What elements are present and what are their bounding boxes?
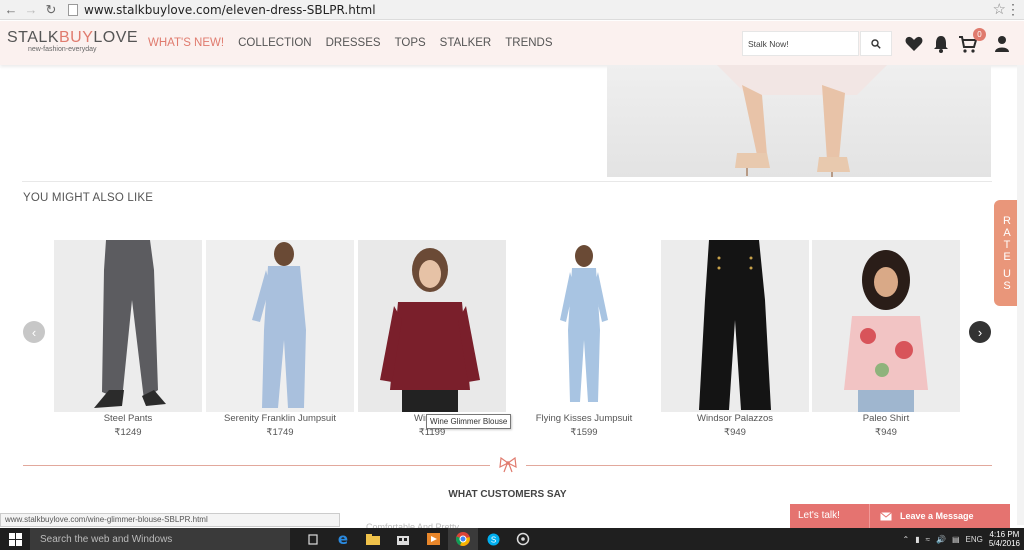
chrome-icon[interactable] [448,528,478,550]
product-price: ₹949 [875,427,897,438]
battery-icon[interactable]: ▮ [915,535,919,544]
taskbar-search-input[interactable]: Search the web and Windows [30,528,290,550]
product-card[interactable]: Windsor Palazzos ₹949 [661,240,809,442]
product-name[interactable]: Flying Kisses Jumpsuit [510,413,658,424]
store-icon[interactable] [388,528,418,550]
windows-start-button[interactable] [0,528,30,550]
search-icon [871,38,881,49]
leave-message-label: Leave a Message [900,511,974,521]
windows-logo-icon [8,532,22,546]
bow-icon [499,457,517,473]
volume-icon[interactable]: 🔊 [936,535,946,544]
site-header: STALKBUYLOVE new-fashion-everyday WHAT'S… [0,21,1024,65]
lets-talk-label[interactable]: Let's talk! [790,504,870,528]
product-name[interactable]: Windsor Palazzos [661,413,809,424]
browser-menu-icon[interactable]: ⋮ [1006,1,1020,18]
reload-icon[interactable]: ↻ [42,1,60,19]
nav-dresses[interactable]: DRESSES [326,37,381,49]
product-price: ₹1749 [266,427,294,438]
rate-tab-letter: A [1003,226,1011,239]
link-status-bar: www.stalkbuylove.com/wine-glimmer-blouse… [0,513,340,527]
product-name-tooltip: Wine Glimmer Blouse [426,414,512,429]
leave-message-button[interactable]: Leave a Message [870,504,974,528]
decorative-line-left [23,465,490,466]
app-circle-icon[interactable] [508,528,538,550]
media-player-icon[interactable] [418,528,448,550]
nav-whats-new[interactable]: WHAT'S NEW! [148,37,224,49]
carousel-prev-button[interactable]: ‹ [23,321,45,343]
nav-collection[interactable]: COLLECTION [238,37,312,49]
product-main-photo [607,65,991,177]
logo-tagline: new-fashion-everyday [28,46,97,53]
decorative-line-right [526,465,992,466]
product-card[interactable]: Flying Kisses Jumpsuit ₹1599 [510,240,658,442]
wishlist-heart-icon[interactable] [904,34,924,54]
address-bar[interactable]: www.stalkbuylove.com/eleven-dress-SBLPR.… [68,1,376,18]
product-card[interactable]: Steel Pants ₹1249 [54,240,202,442]
rate-tab-letter: T [1003,238,1011,251]
product-name[interactable]: Paleo Shirt [812,413,960,424]
user-account-icon[interactable] [992,34,1012,54]
section-divider [22,181,992,182]
back-icon[interactable]: ← [2,1,20,19]
cart-count-badge: 0 [973,28,986,41]
svg-text:S: S [490,535,495,544]
rate-tab-letter: U [1003,267,1011,280]
edge-browser-icon[interactable]: e [328,528,358,550]
product-card[interactable]: Wine Gli ₹1199 [358,240,506,442]
nav-trends[interactable]: TRENDS [505,37,552,49]
product-image[interactable] [54,240,202,412]
product-image[interactable] [812,240,960,412]
logo-stalk: STALK [7,29,59,46]
rate-tab-letter: S [1003,279,1011,292]
carousel-next-button[interactable]: › [969,321,991,343]
forward-icon[interactable]: → [22,1,40,19]
wifi-icon[interactable]: ≈ [926,535,930,544]
rate-tab-letter: R [1003,214,1011,227]
dress-legs-image [717,65,887,177]
product-price: ₹949 [724,427,746,438]
action-center-icon[interactable]: ▤ [952,535,960,544]
file-explorer-icon[interactable] [358,528,388,550]
logo-buy: BUY [59,29,94,46]
rate-tab-letter: E [1003,250,1011,263]
main-nav: WHAT'S NEW! COLLECTION DRESSES TOPS STAL… [148,37,553,49]
address-url: www.stalkbuylove.com/eleven-dress-SBLPR.… [84,2,376,17]
search-button[interactable] [860,31,892,56]
browser-toolbar: ← → ↻ www.stalkbuylove.com/eleven-dress-… [0,0,1024,20]
clock-date: 5/4/2016 [988,539,1020,548]
system-tray: ⌃ ▮ ≈ 🔊 ▤ ENG 4:16 PM 5/4/2016 [902,528,1020,550]
bookmark-star-icon[interactable]: ☆ [993,0,1006,18]
product-card[interactable]: Paleo Shirt ₹949 [812,240,960,442]
envelope-icon [880,511,892,520]
recommendations-title: YOU MIGHT ALSO LIKE [23,192,154,204]
product-image[interactable] [510,240,658,412]
logo-love: LOVE [93,29,139,46]
product-name[interactable]: Steel Pants [54,413,202,424]
language-indicator[interactable]: ENG [966,535,983,544]
page-icon [68,3,78,16]
product-price: ₹1599 [570,427,598,438]
product-card[interactable]: Serenity Franklin Jumpsuit ₹1749 [206,240,354,442]
skype-icon[interactable]: S [478,528,508,550]
page-scrollbar[interactable] [1017,65,1024,525]
task-view-icon[interactable] [298,528,328,550]
clock-time: 4:16 PM [989,530,1020,539]
notification-bell-icon[interactable] [931,34,951,54]
product-image[interactable] [358,240,506,412]
site-logo[interactable]: STALKBUYLOVE [7,29,138,47]
product-image[interactable] [206,240,354,412]
product-name[interactable]: Serenity Franklin Jumpsuit [206,413,354,424]
search-input[interactable]: Stalk Now! [742,31,859,56]
chat-widget[interactable]: Let's talk! Leave a Message [790,504,1010,528]
nav-tops[interactable]: TOPS [395,37,426,49]
product-price: ₹1249 [114,427,142,438]
customers-say-title: WHAT CUSTOMERS SAY [448,489,567,500]
product-image[interactable] [661,240,809,412]
system-clock[interactable]: 4:16 PM 5/4/2016 [989,530,1020,548]
windows-taskbar: Search the web and Windows e S ⌃ ▮ ≈ 🔊 ▤… [0,528,1024,550]
tray-expand-icon[interactable]: ⌃ [902,535,909,544]
nav-stalker[interactable]: STALKER [440,37,492,49]
